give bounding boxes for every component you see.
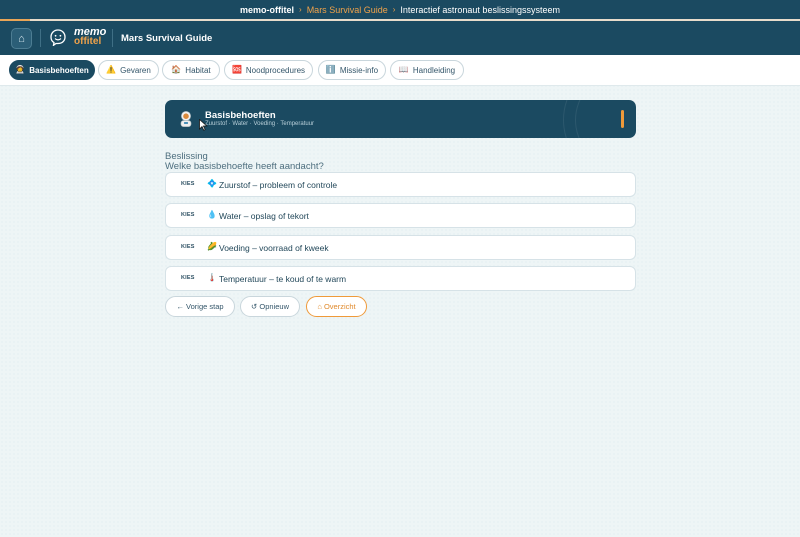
accent-marker: [621, 110, 624, 128]
option-label: Zuurstof – probleem of controle: [219, 180, 338, 190]
home-button[interactable]: ⌂: [11, 28, 32, 49]
logo-line-2: offitel: [74, 36, 102, 47]
option-label: Temperatuur – te koud of te warm: [219, 274, 347, 284]
choose-tag: KIES: [181, 275, 195, 281]
overview-button[interactable]: ⌂ Overzicht: [306, 296, 367, 317]
tab-missie-info[interactable]: ℹ️ Missie-info: [318, 60, 386, 80]
tab-label: Noodprocedures: [245, 65, 306, 75]
restart-button[interactable]: ↺ Opnieuw: [240, 296, 300, 317]
back-button[interactable]: ← Vorige stap: [165, 296, 235, 317]
sos-icon: 🆘: [231, 65, 242, 74]
header-divider-2: [112, 29, 113, 47]
option-zuurstof[interactable]: KIES 💠 Zuurstof – probleem of controle: [165, 172, 636, 197]
logo-wordmark: memo offitel: [74, 27, 106, 47]
tab-label: Handleiding: [412, 65, 456, 75]
choose-tag: KIES: [181, 244, 195, 250]
question-text: Welke basisbehoefte heeft aandacht?: [165, 161, 324, 172]
top-banner: memo-offitel › Mars Survival Guide › Int…: [0, 0, 800, 19]
breadcrumb-separator: ›: [299, 5, 302, 14]
tab-label: Missie-info: [339, 65, 379, 75]
tab-label: Habitat: [185, 65, 211, 75]
option-voeding[interactable]: KIES 🌽 Voeding – voorraad of kweek: [165, 235, 636, 260]
house-icon: 🏠: [171, 65, 182, 74]
option-water[interactable]: KIES 💧 Water – opslag of tekort: [165, 203, 636, 228]
category-nav: 🧑‍🚀 Basisbehoeften ⚠️ Gevaren 🏠 Habitat …: [0, 55, 800, 86]
option-label: Water – opslag of tekort: [219, 211, 309, 221]
tab-noodprocedures[interactable]: 🆘 Noodprocedures: [224, 60, 313, 80]
home-icon: ⌂: [18, 32, 25, 45]
tab-label: Basisbehoeften: [29, 65, 89, 75]
app-subtitle: Interactief astronaut beslissingssysteem: [400, 4, 560, 15]
mouse-pointer-icon: [199, 119, 208, 131]
guide-name: Mars Survival Guide: [306, 4, 388, 15]
warning-icon: ⚠️: [106, 65, 117, 74]
info-icon: ℹ️: [325, 65, 336, 74]
header-divider: [40, 29, 41, 47]
section-subtitle: Zuurstof · Water · Voeding · Temperatuur: [205, 121, 315, 127]
brand-name: memo-offitel: [240, 4, 295, 15]
header-title: Mars Survival Guide: [121, 33, 213, 44]
book-icon: 📖: [398, 65, 409, 74]
tab-habitat[interactable]: 🏠 Habitat: [162, 60, 220, 80]
option-temperatuur[interactable]: KIES 🌡️ Temperatuur – te koud of te warm: [165, 266, 636, 291]
chat-smile-icon: [50, 29, 66, 46]
tab-label: Gevaren: [120, 65, 151, 75]
section-header-card: Basisbehoeften Zuurstof · Water · Voedin…: [165, 100, 636, 138]
thermometer-icon: 🌡️: [207, 273, 217, 282]
water-drop-icon: 💧: [207, 210, 217, 219]
oxygen-icon: 💠: [207, 179, 217, 188]
app-header: ⌂ memo offitel Mars Survival Guide: [0, 21, 800, 55]
corn-icon: 🌽: [207, 242, 217, 251]
astronaut-icon: [180, 111, 192, 127]
option-label: Voeding – voorraad of kweek: [219, 243, 329, 253]
choose-tag: KIES: [181, 212, 195, 218]
decor-arc: [575, 100, 636, 138]
tab-basisbehoeften[interactable]: 🧑‍🚀 Basisbehoeften: [9, 60, 95, 80]
tab-handleiding[interactable]: 📖 Handleiding: [390, 60, 464, 80]
breadcrumb-separator-2: ›: [392, 5, 396, 14]
section-title: Basisbehoeften: [205, 110, 276, 121]
tab-gevaren[interactable]: ⚠️ Gevaren: [98, 60, 159, 80]
astronaut-icon: 🧑‍🚀: [15, 65, 26, 74]
choose-tag: KIES: [181, 181, 195, 187]
